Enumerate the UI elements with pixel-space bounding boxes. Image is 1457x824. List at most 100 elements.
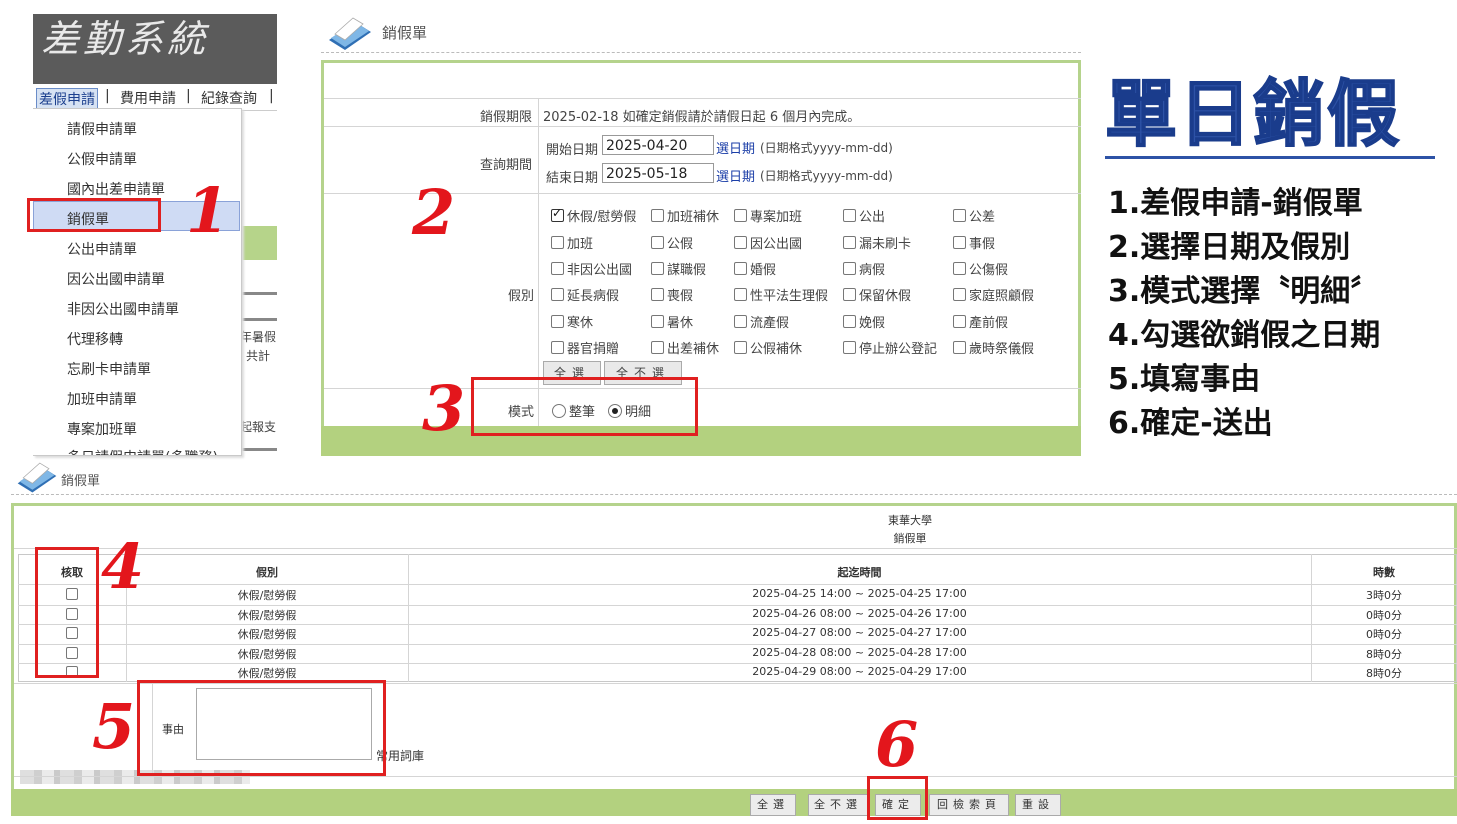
menu-item-domestic-trip[interactable]: 國內出差申請單 xyxy=(67,179,165,199)
checkbox-icon xyxy=(843,209,856,222)
leave-type-checkbox[interactable]: 暑休 xyxy=(651,312,693,331)
leave-type-label: 漏未刷卡 xyxy=(859,237,912,252)
back-to-search-button[interactable]: 回檢索頁 xyxy=(929,794,1009,816)
row-leave-type: 休假/慰勞假 xyxy=(237,589,297,602)
row-time-range: 2025-04-25 14:00 ~ 2025-04-25 17:00 xyxy=(752,587,967,600)
row-hours: 8時0分 xyxy=(1366,648,1402,661)
leave-type-checkbox[interactable]: 事假 xyxy=(953,233,995,252)
menu-item-project-overtime[interactable]: 專案加班單 xyxy=(67,419,137,439)
checkbox-icon xyxy=(651,341,664,354)
row-line xyxy=(324,98,1081,99)
leave-type-checkbox[interactable]: 婚假 xyxy=(734,259,776,278)
checkbox-icon xyxy=(843,315,856,328)
nav-leave-application[interactable]: 差假申請 xyxy=(36,88,98,110)
leave-type-label: 謀職假 xyxy=(667,263,707,278)
leave-type-label: 公差 xyxy=(969,210,996,225)
checkbox-icon xyxy=(551,288,564,301)
annotation-box-1 xyxy=(27,198,161,232)
end-date-input[interactable]: 2025-05-18 xyxy=(602,163,714,183)
checkbox-icon xyxy=(843,262,856,275)
leave-type-checkbox[interactable]: 病假 xyxy=(843,259,885,278)
leave-type-label: 暑休 xyxy=(667,316,694,331)
leave-type-checkbox[interactable]: 產前假 xyxy=(953,312,1008,331)
checkbox-icon xyxy=(651,209,664,222)
leave-type-checkbox[interactable]: 加班 xyxy=(551,233,593,252)
divider xyxy=(240,448,277,451)
leave-type-label: 停止辦公登記 xyxy=(859,342,938,357)
leave-type-checkbox[interactable]: 家庭照顧假 xyxy=(953,285,1034,304)
leave-type-label: 休假/慰勞假 xyxy=(567,210,637,225)
start-date-input[interactable]: 2025-04-20 xyxy=(602,135,714,155)
leave-type-label: 流產假 xyxy=(750,316,790,331)
col-header-range: 起迄時間 xyxy=(837,566,882,579)
leave-type-label: 家庭照顧假 xyxy=(969,289,1035,304)
leave-type-checkbox[interactable]: 延長病假 xyxy=(551,285,619,304)
deadline-text: 2025-02-18 如確定銷假請於請假日起 6 個月內完成。 xyxy=(543,110,861,125)
checkbox-icon xyxy=(551,341,564,354)
leave-type-checkbox[interactable]: 出差補休 xyxy=(651,338,719,357)
leave-type-label: 假別 xyxy=(508,289,535,304)
start-date-picker-link[interactable]: 選日期 xyxy=(716,138,755,157)
select-all-button[interactable]: 全選 xyxy=(750,794,796,816)
annotation-number-3: 3 xyxy=(422,372,466,445)
leave-type-checkbox[interactable]: 因公出國 xyxy=(734,233,802,252)
menu-item-forgot-card[interactable]: 忘刷卡申請單 xyxy=(67,359,151,379)
menu-item-multi-day-leave[interactable]: 多日請假申請單(多職務) xyxy=(67,447,218,455)
leave-type-checkbox[interactable]: 加班補休 xyxy=(651,206,719,225)
row-line xyxy=(18,584,1457,585)
leave-type-checkbox[interactable]: 停止辦公登記 xyxy=(843,338,937,357)
menu-item-business-out[interactable]: 公出申請單 xyxy=(67,239,137,259)
leave-type-checkbox[interactable]: 專案加班 xyxy=(734,206,802,225)
leave-type-checkbox[interactable]: 公差 xyxy=(953,206,995,225)
row-line xyxy=(14,776,1457,777)
leave-type-checkbox[interactable]: 性平法生理假 xyxy=(734,285,828,304)
leave-type-checkbox[interactable]: 公出 xyxy=(843,206,885,225)
checkbox-icon xyxy=(551,262,564,275)
leave-type-checkbox[interactable]: 喪假 xyxy=(651,285,693,304)
select-none-button[interactable]: 全不選 xyxy=(808,794,868,816)
row-hours: 3時0分 xyxy=(1366,589,1402,602)
leave-type-checkbox[interactable]: 娩假 xyxy=(843,312,885,331)
row-leave-type: 休假/慰勞假 xyxy=(237,609,297,622)
leave-type-checkbox[interactable]: 保留休假 xyxy=(843,285,911,304)
checkbox-icon xyxy=(843,341,856,354)
annotation-box-5 xyxy=(137,680,386,776)
checkbox-icon xyxy=(734,341,747,354)
leave-type-checkbox[interactable]: 公假補休 xyxy=(734,338,802,357)
leave-type-checkbox[interactable]: 謀職假 xyxy=(651,259,706,278)
checkbox-icon xyxy=(843,236,856,249)
leave-type-label: 病假 xyxy=(859,263,886,278)
leave-type-checkbox[interactable]: 休假/慰勞假 xyxy=(551,206,636,225)
title-divider xyxy=(321,52,1081,54)
checkbox-icon xyxy=(551,236,564,249)
leave-type-checkbox[interactable]: 公傷假 xyxy=(953,259,1008,278)
checkbox-icon xyxy=(843,288,856,301)
checkbox-icon xyxy=(953,341,966,354)
menu-item-official-abroad[interactable]: 因公出國申請單 xyxy=(67,269,165,289)
reset-button[interactable]: 重設 xyxy=(1015,794,1061,816)
leave-type-checkbox[interactable]: 漏未刷卡 xyxy=(843,233,911,252)
col-header-type: 假別 xyxy=(256,566,278,579)
annotation-number-5: 5 xyxy=(92,690,136,763)
divider xyxy=(240,292,277,295)
nav-expense-application[interactable]: 費用申請 xyxy=(120,88,176,108)
row-line xyxy=(18,663,1457,664)
end-date-picker-link[interactable]: 選日期 xyxy=(716,166,755,185)
menu-item-leave-request[interactable]: 請假申請單 xyxy=(67,119,137,139)
leave-type-label: 加班補休 xyxy=(667,210,720,225)
menu-item-overtime[interactable]: 加班申請單 xyxy=(67,389,137,409)
nav-record-query[interactable]: 紀錄查詢 xyxy=(201,88,257,108)
menu-item-agent-transfer[interactable]: 代理移轉 xyxy=(67,329,123,349)
row-leave-type: 休假/慰勞假 xyxy=(237,667,297,680)
leave-type-checkbox[interactable]: 公假 xyxy=(651,233,693,252)
menu-item-official-leave[interactable]: 公假申請單 xyxy=(67,149,137,169)
leave-type-checkbox[interactable]: 非因公出國 xyxy=(551,259,632,278)
leave-type-checkbox[interactable]: 歲時祭儀假 xyxy=(953,338,1034,357)
leave-type-checkbox[interactable]: 寒休 xyxy=(551,312,593,331)
leave-type-checkbox[interactable]: 流產假 xyxy=(734,312,789,331)
menu-item-private-abroad[interactable]: 非因公出國申請單 xyxy=(67,299,179,319)
result-page-title: 銷假單 xyxy=(61,474,101,489)
row-line xyxy=(18,644,1457,645)
leave-type-checkbox[interactable]: 器官捐贈 xyxy=(551,338,619,357)
leave-type-label: 加班 xyxy=(567,237,594,252)
